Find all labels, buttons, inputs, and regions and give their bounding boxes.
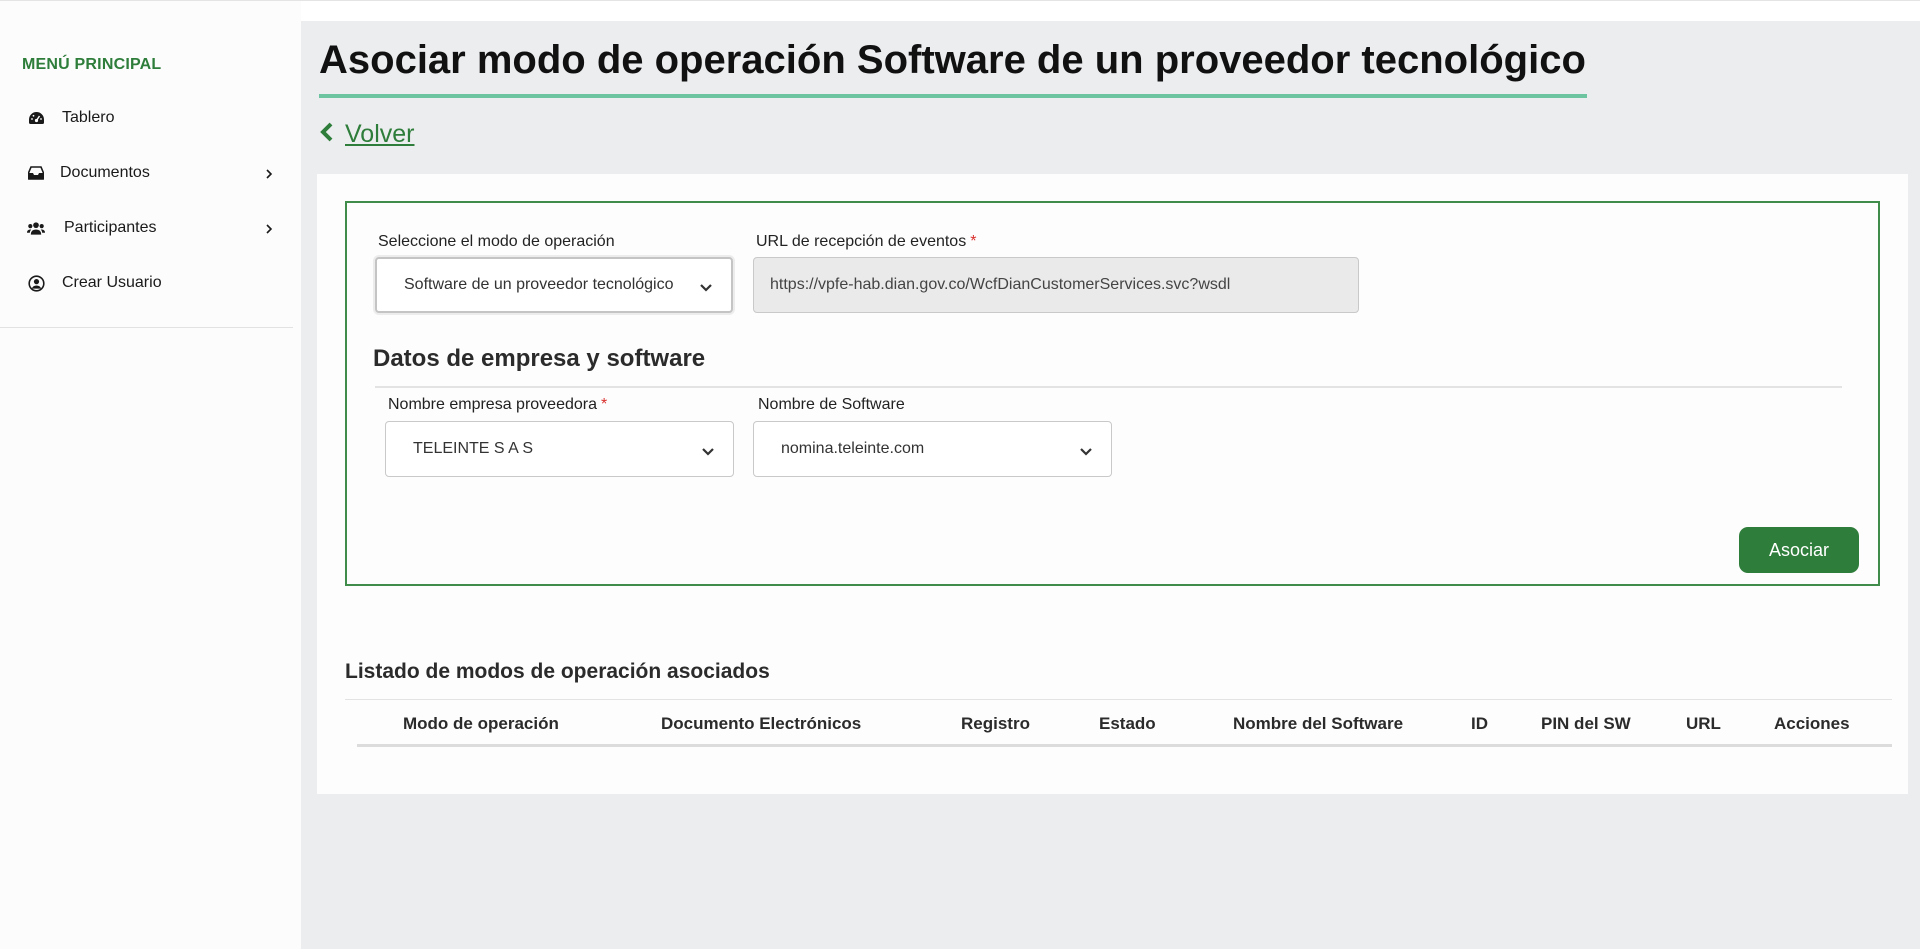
list-title: Listado de modos de operación asociados (345, 660, 770, 683)
sidebar-divider (0, 327, 293, 328)
association-form: Seleccione el modo de operación Software… (345, 201, 1880, 586)
chevron-down-icon (699, 280, 713, 292)
table-header: Modo de operación Documento Electrónicos… (357, 700, 1892, 747)
sidebar-item-tablero[interactable]: Tablero (0, 96, 293, 140)
required-marker: * (601, 396, 608, 413)
menu-title: MENÚ PRINCIPAL (22, 56, 162, 73)
required-marker: * (970, 233, 977, 250)
section-heading: Datos de empresa y software (373, 345, 706, 372)
sidebar-item-participantes[interactable]: Participantes (0, 206, 293, 250)
column-header: Modo de operación (403, 714, 559, 733)
url-field[interactable]: https://vpfe-hab.dian.gov.co/WcfDianCust… (753, 257, 1359, 313)
column-header: Registro (961, 714, 1030, 733)
sidebar-item-label: Crear Usuario (62, 274, 162, 291)
table-header-rule (357, 744, 1892, 747)
sidebar-item-documentos[interactable]: Documentos (0, 151, 293, 195)
column-header: URL (1686, 714, 1721, 733)
chevron-right-icon (263, 222, 275, 234)
chevron-down-icon (1079, 444, 1093, 456)
user-circle-icon (27, 274, 45, 292)
title-underline (319, 94, 1587, 98)
sidebar-item-crear-usuario[interactable]: Crear Usuario (0, 261, 293, 305)
chevron-down-icon (701, 444, 715, 456)
column-header: Nombre del Software (1233, 714, 1404, 733)
inbox-icon (27, 164, 45, 182)
sidebar: MENÚ PRINCIPAL Tablero Documentos Partic… (0, 1, 301, 949)
users-icon (27, 219, 45, 237)
column-header: Acciones (1774, 714, 1850, 733)
mode-select-value: Software de un proveedor tecnológico (404, 276, 674, 293)
main-content: Asociar modo de operación Software de un… (301, 21, 1920, 949)
company-label: Nombre empresa proveedora * (388, 396, 608, 413)
url-field-value: https://vpfe-hab.dian.gov.co/WcfDianCust… (770, 276, 1231, 293)
company-select[interactable]: TELEINTE S A S (385, 421, 734, 477)
software-label: Nombre de Software (758, 396, 905, 413)
page-title: Asociar modo de operación Software de un… (319, 38, 1586, 82)
back-link[interactable]: Volver (319, 119, 414, 149)
section-divider (375, 386, 1842, 388)
mode-select[interactable]: Software de un proveedor tecnológico (375, 257, 733, 313)
asociar-button[interactable]: Asociar (1739, 527, 1859, 573)
column-header: PIN del SW (1541, 714, 1631, 733)
chevron-left-icon (319, 121, 335, 148)
content-card: Seleccione el modo de operación Software… (317, 174, 1908, 794)
company-select-value: TELEINTE S A S (413, 440, 534, 457)
sidebar-item-label: Documentos (60, 164, 150, 181)
back-link-label: Volver (345, 119, 415, 148)
software-select[interactable]: nomina.teleinte.com (753, 421, 1112, 477)
dashboard-icon (27, 109, 45, 127)
mode-label: Seleccione el modo de operación (378, 233, 615, 250)
url-label: URL de recepción de eventos * (756, 233, 977, 250)
sidebar-item-label: Tablero (62, 109, 115, 126)
chevron-right-icon (263, 167, 275, 179)
column-header: ID (1471, 714, 1488, 733)
sidebar-item-label: Participantes (64, 219, 157, 236)
column-header: Estado (1099, 714, 1156, 733)
software-select-value: nomina.teleinte.com (781, 440, 925, 457)
column-header: Documento Electrónicos (661, 714, 862, 733)
